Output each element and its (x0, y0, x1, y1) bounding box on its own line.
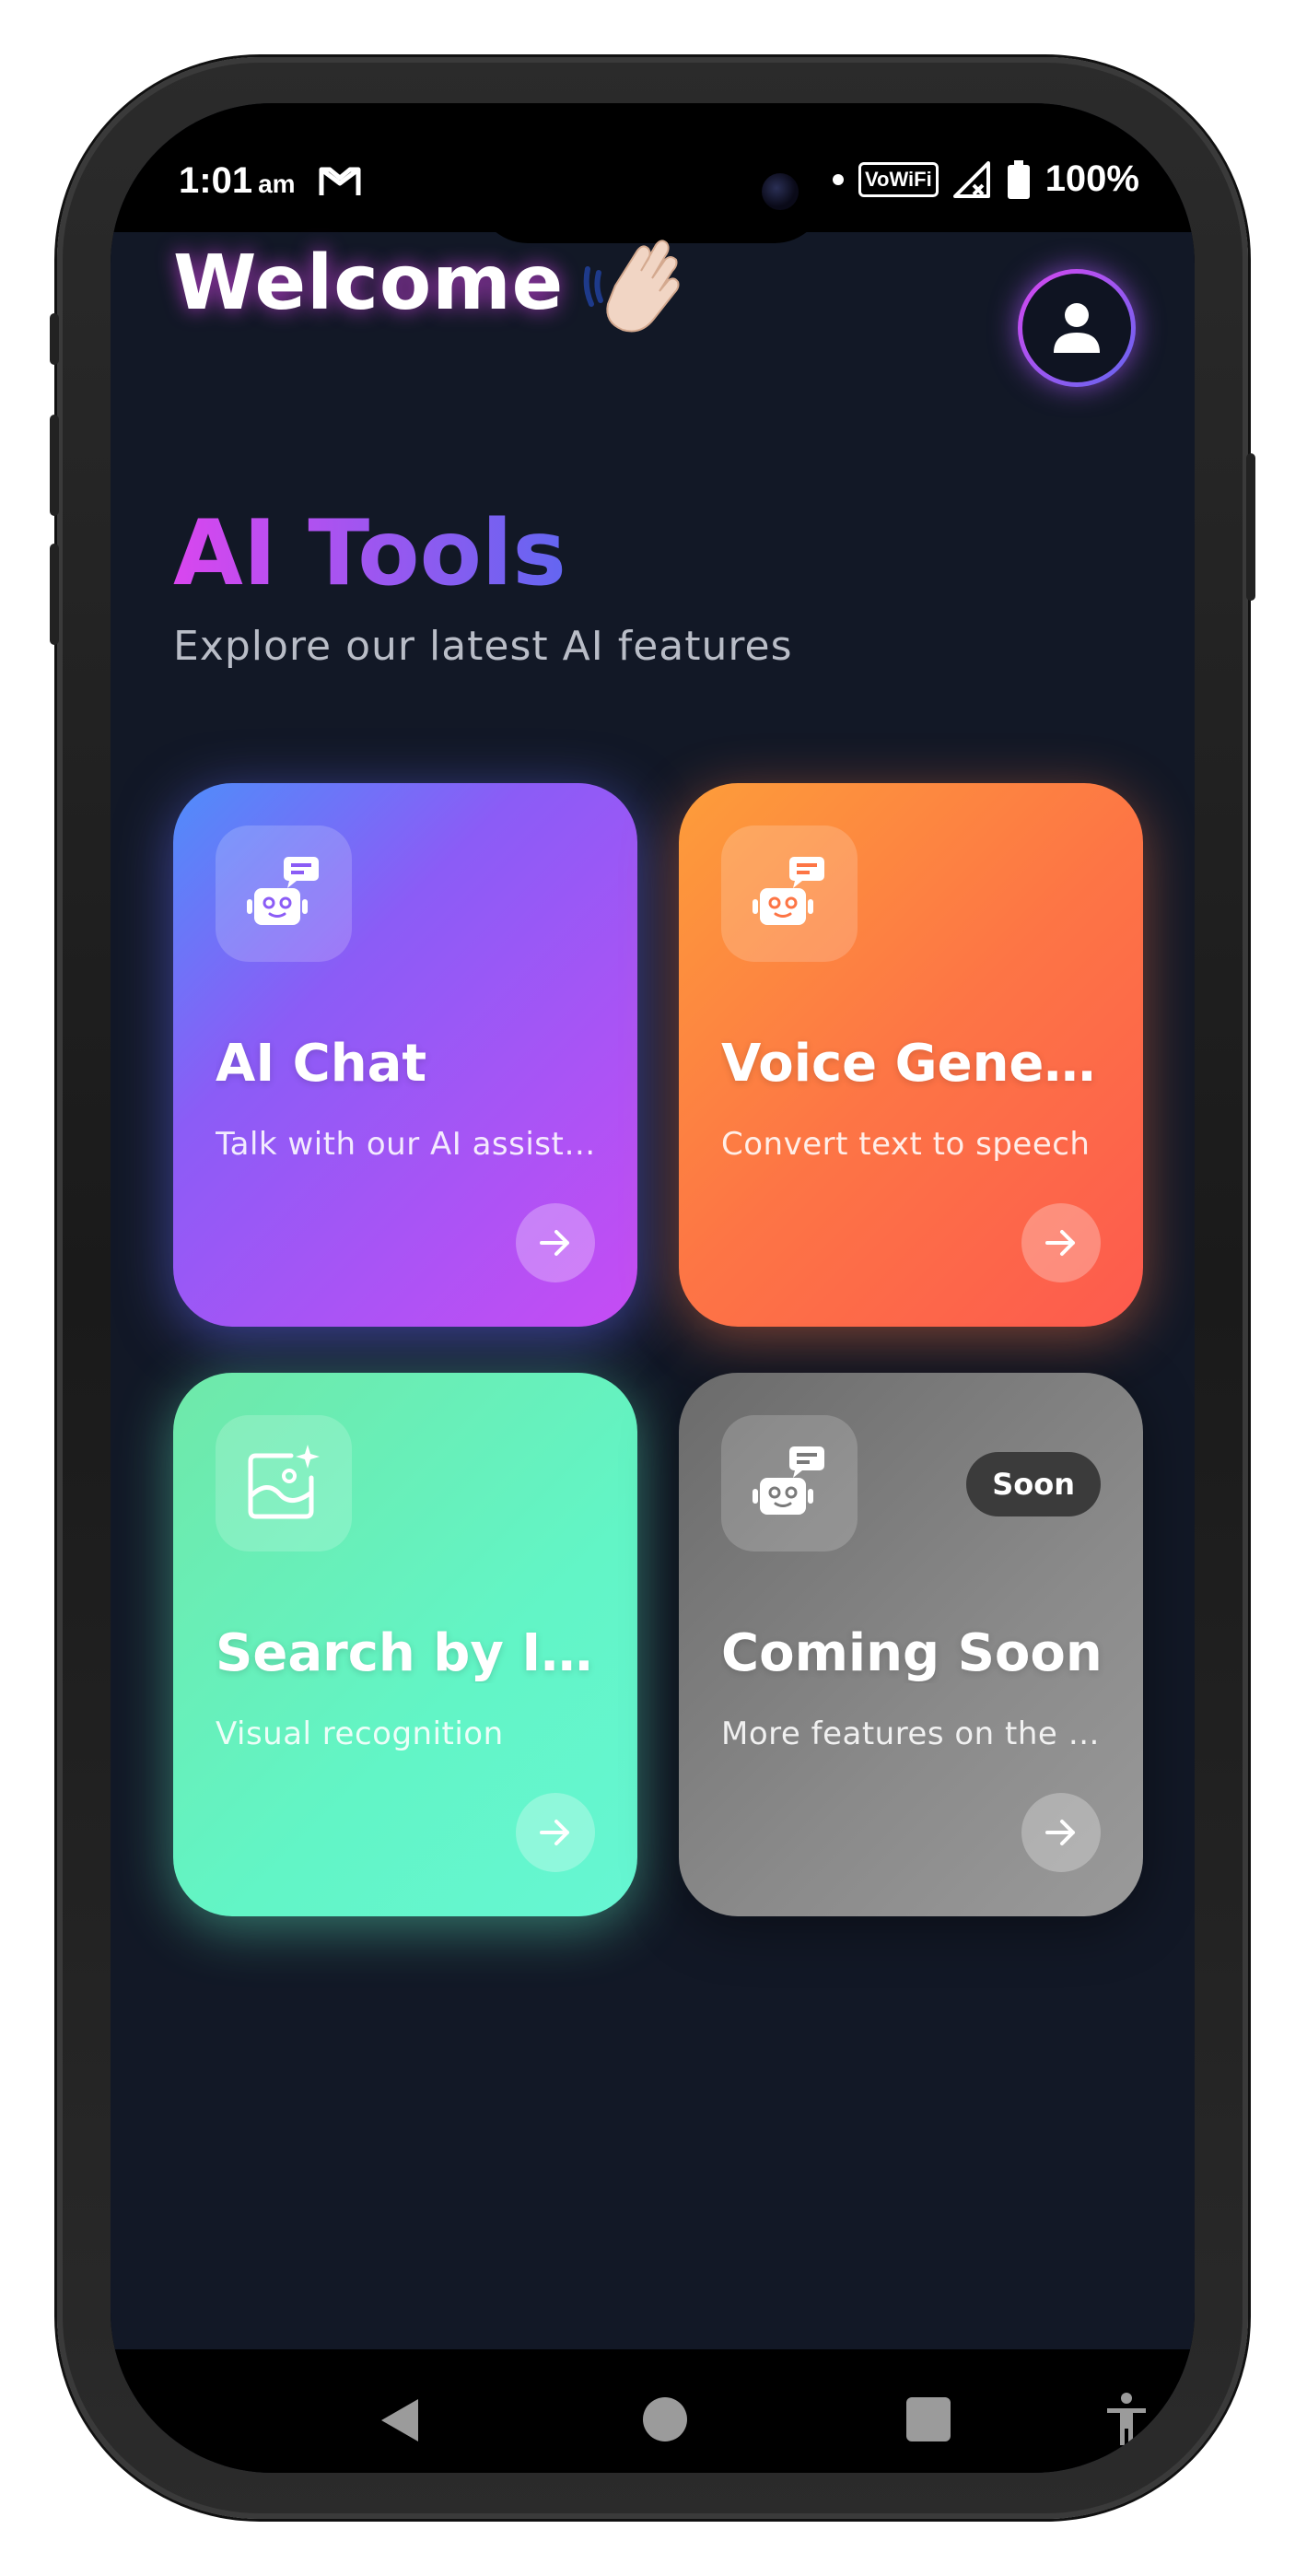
battery-percent: 100% (1044, 158, 1139, 199)
card-title: Search by Image (216, 1623, 602, 1683)
recents-icon[interactable] (906, 2397, 951, 2441)
phone-frame: 1:01 am VoWiFi 100% Welcome AI Tools Exp… (50, 57, 1255, 2519)
home-icon[interactable] (643, 2397, 687, 2441)
accessibility-icon[interactable] (1105, 2392, 1148, 2447)
card-open-button[interactable] (1021, 1793, 1101, 1872)
side-button-action (50, 313, 59, 365)
signal-icon (952, 160, 990, 198)
chatbot-icon (753, 1446, 824, 1515)
welcome-title: Welcome (173, 240, 565, 327)
card-title: AI Chat (216, 1034, 427, 1094)
card-description: Convert text to speech (721, 1126, 1091, 1163)
user-icon (1054, 303, 1100, 353)
arrow-right-icon (540, 1820, 569, 1845)
card-description: More features on the way (721, 1715, 1108, 1752)
side-button-volume-up (50, 415, 59, 516)
clock-time: 1:01 (179, 160, 253, 201)
card-icon-container (721, 1415, 858, 1551)
arrow-right-icon (540, 1230, 569, 1256)
camera-lens-icon (762, 173, 799, 210)
arrow-right-icon (1045, 1230, 1075, 1256)
battery-icon (1007, 159, 1030, 199)
chatbot-icon (753, 857, 824, 925)
card-description: Visual recognition (216, 1715, 504, 1752)
card-open-button[interactable] (516, 1793, 595, 1872)
arrow-right-icon (1045, 1820, 1075, 1845)
card-search-by-image[interactable]: Search by Image Visual recognition (173, 1373, 637, 1916)
waving-hand-icon (583, 240, 680, 333)
back-icon[interactable] (378, 2397, 420, 2443)
dot-icon (832, 173, 844, 185)
chatbot-icon (247, 857, 319, 925)
soon-badge: Soon (966, 1452, 1101, 1516)
card-open-button[interactable] (1021, 1203, 1101, 1282)
card-ai-chat[interactable]: AI Chat Talk with our AI assistant (173, 783, 637, 1327)
vowifi-icon: VoWiFi (858, 161, 939, 197)
card-open-button[interactable] (516, 1203, 595, 1282)
status-time: 1:01 am (179, 160, 296, 202)
status-icons: VoWiFi 100% (832, 158, 1139, 200)
side-button-volume-down (50, 544, 59, 645)
card-description: Talk with our AI assistant (216, 1126, 602, 1163)
card-title: Coming Soon (721, 1623, 1103, 1683)
clock-ampm: am (258, 170, 296, 198)
card-icon-container (721, 825, 858, 962)
app-screen: 1:01 am VoWiFi 100% Welcome AI Tools Exp… (111, 103, 1195, 2473)
card-icon-container (216, 825, 352, 962)
section-title: AI Tools (173, 501, 566, 606)
profile-button[interactable] (1018, 269, 1136, 387)
image-sparkle-icon (248, 1445, 320, 1519)
gmail-icon (319, 167, 361, 195)
phone-bezel: 1:01 am VoWiFi 100% Welcome AI Tools Exp… (111, 103, 1195, 2473)
card-voice-generator[interactable]: Voice Generator Convert text to speech (679, 783, 1143, 1327)
camera-cutout (476, 140, 826, 243)
card-coming-soon[interactable]: Soon Coming Soon More features on the wa… (679, 1373, 1143, 1916)
card-title: Voice Generator (721, 1034, 1108, 1094)
side-button-power (1246, 453, 1255, 601)
section-subtitle: Explore our latest AI features (173, 623, 793, 670)
card-icon-container (216, 1415, 352, 1551)
